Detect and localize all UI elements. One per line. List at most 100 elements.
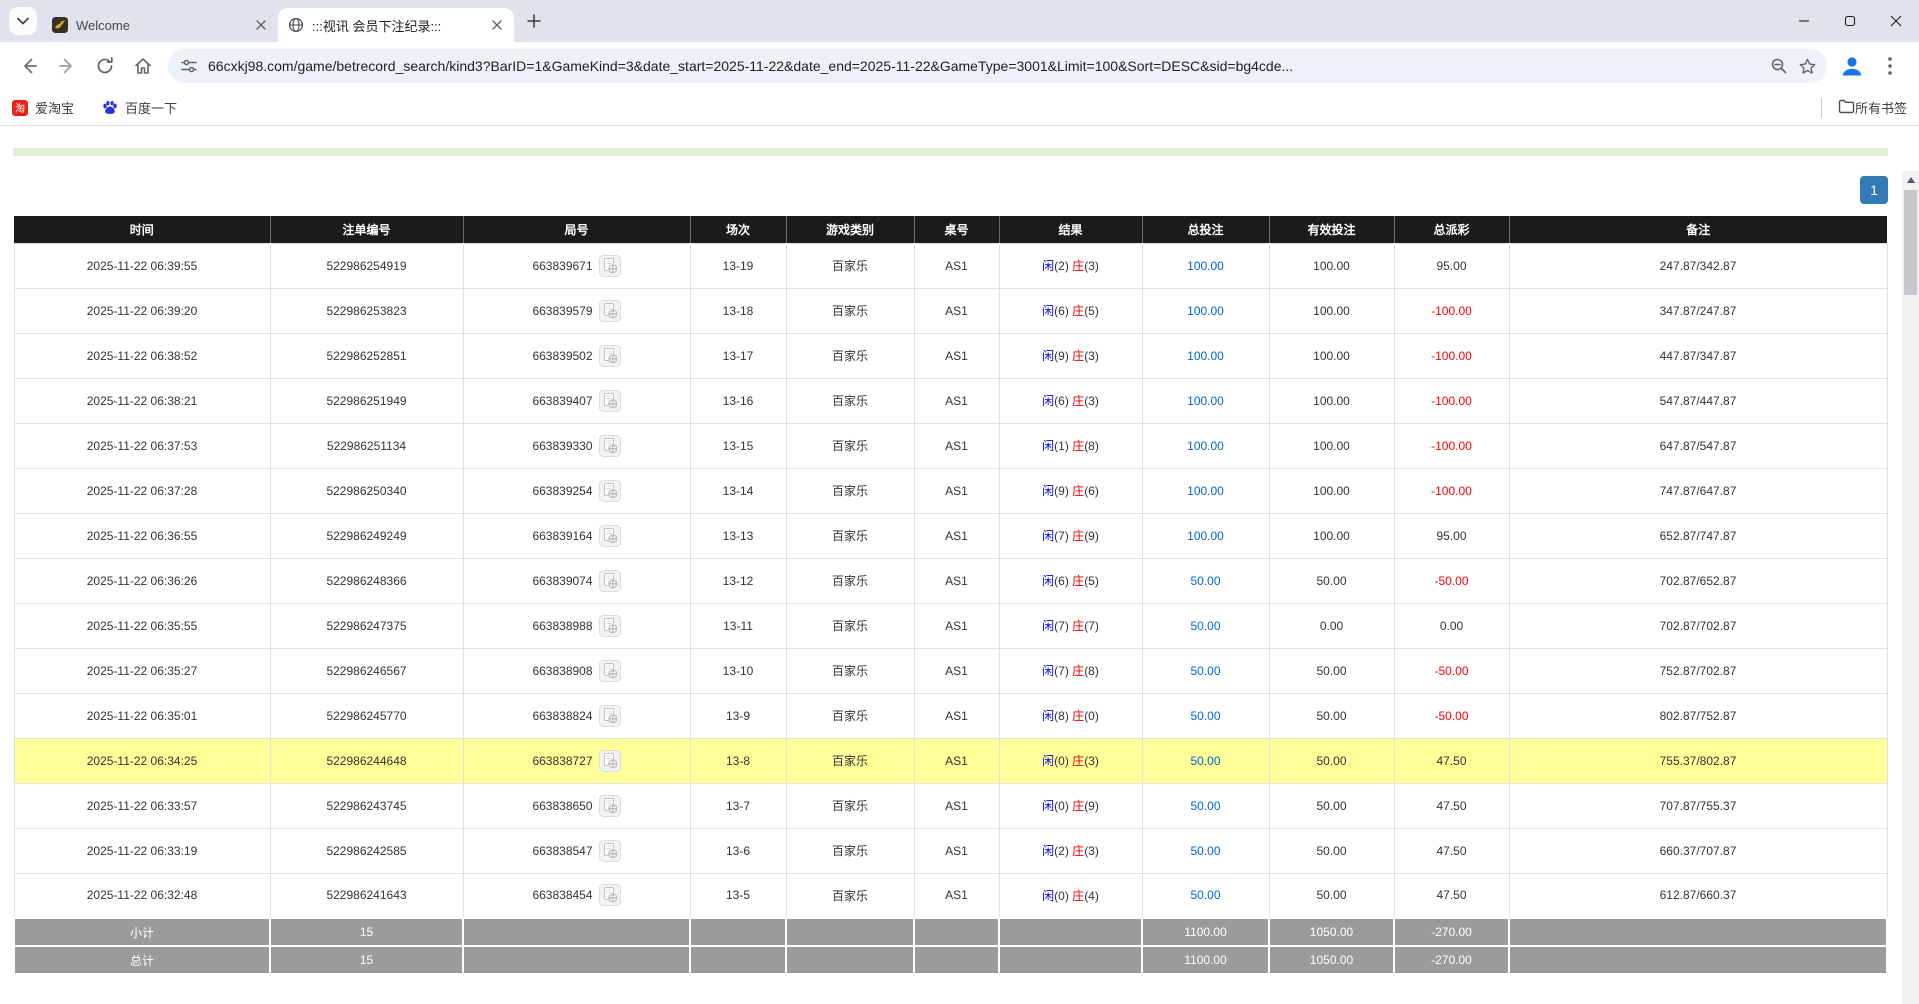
subtotal-count: 15 bbox=[270, 918, 463, 946]
scroll-up-arrow[interactable] bbox=[1902, 171, 1919, 188]
round-number: 663838908 bbox=[532, 664, 592, 678]
cell-time: 2025-11-22 06:32:48 bbox=[14, 873, 270, 918]
round-number: 663839502 bbox=[532, 349, 592, 363]
vertical-scrollbar[interactable] bbox=[1902, 171, 1919, 1004]
cell-game-type: 百家乐 bbox=[786, 828, 914, 873]
cell-time: 2025-11-22 06:33:57 bbox=[14, 783, 270, 828]
cell-table-number: AS1 bbox=[914, 738, 999, 783]
cell-total-bet: 100.00 bbox=[1142, 288, 1269, 333]
cell-payout: 47.50 bbox=[1394, 738, 1509, 783]
video-replay-button[interactable] bbox=[599, 705, 621, 727]
table-body: 2025-11-22 06:39:55522986254919663839671… bbox=[14, 243, 1887, 918]
total-bet-link[interactable]: 50.00 bbox=[1190, 664, 1220, 678]
cell-total-bet: 50.00 bbox=[1142, 693, 1269, 738]
window-controls bbox=[1781, 0, 1919, 42]
cell-time: 2025-11-22 06:38:52 bbox=[14, 333, 270, 378]
video-replay-button[interactable] bbox=[599, 795, 621, 817]
scrollbar-thumb[interactable] bbox=[1904, 190, 1917, 295]
cell-note: 547.87/447.87 bbox=[1509, 378, 1887, 423]
video-replay-button[interactable] bbox=[599, 255, 621, 277]
tab-search-button[interactable] bbox=[9, 7, 37, 35]
video-replay-button[interactable] bbox=[599, 390, 621, 412]
zoom-icon[interactable] bbox=[1765, 52, 1793, 80]
total-bet-link[interactable]: 100.00 bbox=[1187, 349, 1224, 363]
profile-avatar[interactable] bbox=[1835, 49, 1869, 83]
total-bet-link[interactable]: 100.00 bbox=[1187, 394, 1224, 408]
total-bet-link[interactable]: 100.00 bbox=[1187, 529, 1224, 543]
video-replay-button[interactable] bbox=[599, 750, 621, 772]
total-bet-link[interactable]: 100.00 bbox=[1187, 259, 1224, 273]
video-replay-button[interactable] bbox=[599, 345, 621, 367]
total-bet-link[interactable]: 50.00 bbox=[1190, 844, 1220, 858]
site-settings-icon[interactable] bbox=[180, 57, 198, 75]
cell-game-type: 百家乐 bbox=[786, 243, 914, 288]
tab-bet-record[interactable]: :::视讯 会员下注纪录::: bbox=[278, 8, 514, 42]
column-header: 有效投注 bbox=[1269, 216, 1394, 243]
total-bet-link[interactable]: 50.00 bbox=[1190, 574, 1220, 588]
video-replay-button[interactable] bbox=[599, 660, 621, 682]
cell-total-bet: 50.00 bbox=[1142, 873, 1269, 918]
video-replay-button[interactable] bbox=[599, 840, 621, 862]
home-button[interactable] bbox=[126, 49, 160, 83]
bookmark-star-icon[interactable] bbox=[1793, 52, 1821, 80]
bookmark-baidu[interactable]: 百度一下 bbox=[102, 98, 177, 117]
video-replay-button[interactable] bbox=[599, 480, 621, 502]
page-number-button[interactable]: 1 bbox=[1860, 176, 1888, 204]
total-bet-link[interactable]: 100.00 bbox=[1187, 484, 1224, 498]
cell-bet-id: 522986243745 bbox=[270, 783, 463, 828]
cell-note: 702.87/652.87 bbox=[1509, 558, 1887, 603]
reload-button[interactable] bbox=[88, 49, 122, 83]
back-button[interactable] bbox=[12, 49, 46, 83]
cell-round: 663838988 bbox=[463, 603, 690, 648]
cell-valid-bet: 50.00 bbox=[1269, 693, 1394, 738]
menu-button[interactable] bbox=[1873, 49, 1907, 83]
video-replay-button[interactable] bbox=[599, 525, 621, 547]
cell-valid-bet: 50.00 bbox=[1269, 648, 1394, 693]
cell-round: 663839164 bbox=[463, 513, 690, 558]
total-bet-link[interactable]: 50.00 bbox=[1190, 709, 1220, 723]
cell-round: 663839074 bbox=[463, 558, 690, 603]
cell-payout: -50.00 bbox=[1394, 693, 1509, 738]
video-replay-button[interactable] bbox=[599, 615, 621, 637]
bookmark-aitaobao[interactable]: 淘 爱淘宝 bbox=[12, 98, 74, 117]
maximize-button[interactable] bbox=[1827, 0, 1873, 42]
column-header: 时间 bbox=[14, 216, 270, 243]
video-replay-button[interactable] bbox=[599, 300, 621, 322]
all-bookmarks-label: 所有书签 bbox=[1855, 98, 1907, 117]
tab-close-icon[interactable] bbox=[252, 16, 270, 34]
new-tab-button[interactable] bbox=[520, 7, 548, 35]
total-bet-link[interactable]: 50.00 bbox=[1190, 799, 1220, 813]
minimize-button[interactable] bbox=[1781, 0, 1827, 42]
all-bookmarks[interactable]: 所有书签 bbox=[1821, 98, 1907, 118]
cell-table-number: AS1 bbox=[914, 423, 999, 468]
cell-bet-id: 522986247375 bbox=[270, 603, 463, 648]
cell-time: 2025-11-22 06:35:55 bbox=[14, 603, 270, 648]
total-bet-link[interactable]: 50.00 bbox=[1190, 754, 1220, 768]
cell-bet-id: 522986245770 bbox=[270, 693, 463, 738]
column-header: 注单编号 bbox=[270, 216, 463, 243]
video-replay-button[interactable] bbox=[599, 884, 621, 906]
total-bet-link[interactable]: 50.00 bbox=[1190, 619, 1220, 633]
column-header: 总投注 bbox=[1142, 216, 1269, 243]
cell-valid-bet: 100.00 bbox=[1269, 423, 1394, 468]
total-bet-link[interactable]: 100.00 bbox=[1187, 439, 1224, 453]
cell-result: 闲(7) 庄(9) bbox=[999, 513, 1142, 558]
forward-button[interactable] bbox=[50, 49, 84, 83]
cell-result: 闲(8) 庄(0) bbox=[999, 693, 1142, 738]
video-replay-button[interactable] bbox=[599, 570, 621, 592]
cell-valid-bet: 100.00 bbox=[1269, 243, 1394, 288]
video-replay-button[interactable] bbox=[599, 435, 621, 457]
tab-welcome[interactable]: Welcome bbox=[42, 8, 278, 42]
total-bet-link[interactable]: 100.00 bbox=[1187, 304, 1224, 318]
address-bar[interactable]: 66cxkj98.com/game/betrecord_search/kind3… bbox=[168, 49, 1827, 83]
cell-table-number: AS1 bbox=[914, 513, 999, 558]
cell-note: 755.37/802.87 bbox=[1509, 738, 1887, 783]
column-header: 总派彩 bbox=[1394, 216, 1509, 243]
cell-result: 闲(7) 庄(8) bbox=[999, 648, 1142, 693]
globe-icon bbox=[288, 17, 304, 33]
subtotal-label: 小计 bbox=[14, 918, 270, 946]
cell-table-number: AS1 bbox=[914, 378, 999, 423]
total-bet-link[interactable]: 50.00 bbox=[1190, 888, 1220, 902]
tab-close-icon[interactable] bbox=[488, 16, 506, 34]
close-window-button[interactable] bbox=[1873, 0, 1919, 42]
